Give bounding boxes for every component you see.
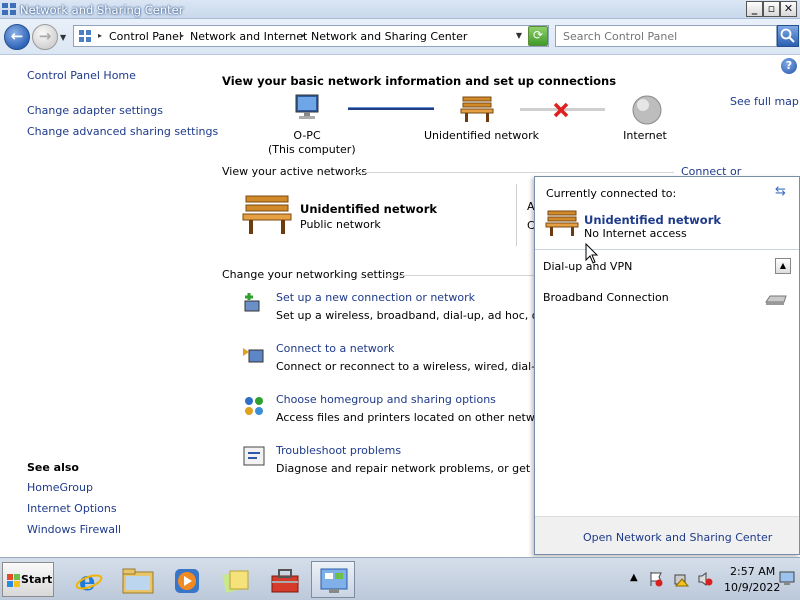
address-bar[interactable]: ▸ Control Panel ▸ Network and Internet ▸… [73, 25, 549, 47]
map-computer-label: O-PC (This computer) [268, 129, 356, 156]
address-dropdown-icon[interactable]: ▼ [516, 31, 522, 40]
connect-network-link[interactable]: Connect to a network [276, 342, 394, 355]
flyout-network-name: Unidentified network [584, 213, 722, 227]
map-network-label: Unidentified network [424, 129, 540, 142]
title-bar: Network and Sharing Center _ ▫ ✕ [0, 0, 800, 19]
taskbar: Start e ▲ [0, 557, 800, 600]
forward-button[interactable]: → [32, 24, 58, 50]
see-also-heading: See also [27, 461, 79, 474]
taskbar-media-player[interactable] [164, 561, 208, 598]
currently-connected-label: Currently connected to: [546, 187, 677, 200]
computer-subtitle: (This computer) [268, 143, 356, 156]
bench-network-icon [545, 210, 579, 236]
internet-options-link[interactable]: Internet Options [27, 502, 117, 515]
map-internet-label: Internet [623, 129, 667, 142]
control-panel-taskbar-icon [320, 568, 348, 593]
change-adapter-settings-link[interactable]: Change adapter settings [27, 104, 163, 117]
network-type-link[interactable]: Public network [300, 218, 381, 231]
bench-network-icon [460, 96, 494, 122]
troubleshoot-link[interactable]: Troubleshoot problems [276, 444, 401, 457]
volume-muted-icon[interactable] [697, 571, 713, 587]
control-panel-home-link[interactable]: Control Panel Home [27, 69, 136, 82]
flyout-footer: Open Network and Sharing Center [535, 516, 799, 554]
minimize-button[interactable]: _ [746, 1, 763, 17]
active-network-name: Unidentified network [300, 202, 438, 216]
troubleshoot-icon [243, 446, 265, 466]
close-button[interactable]: ✕ [780, 1, 797, 17]
windows-firewall-link[interactable]: Windows Firewall [27, 523, 121, 536]
open-network-center-link[interactable]: Open Network and Sharing Center [583, 531, 772, 544]
media-player-icon [175, 569, 199, 593]
taskbar-control-panel[interactable] [311, 561, 355, 598]
chevron-right-icon[interactable]: ▸ [98, 31, 102, 40]
control-panel-app-icon [2, 3, 16, 15]
internet-explorer-icon: e [75, 567, 103, 595]
breadcrumb-control-panel[interactable]: Control Panel [109, 30, 182, 43]
section-divider [354, 172, 674, 173]
search-icon [780, 28, 795, 43]
mouse-cursor-icon [585, 243, 599, 264]
collapse-section-button[interactable]: ▲ [775, 258, 791, 274]
taskbar-sticky-notes[interactable] [213, 561, 257, 598]
computer-name: O-PC [293, 129, 321, 142]
page-heading: View your basic network information and … [222, 74, 617, 88]
clock-date[interactable]: 10/9/2022 [724, 581, 780, 594]
internet-globe-icon [632, 95, 662, 125]
start-button[interactable]: Start [2, 562, 54, 597]
bench-network-icon-large [242, 195, 292, 234]
search-input[interactable] [556, 26, 776, 46]
section-divider [386, 275, 536, 276]
setup-connection-link[interactable]: Set up a new connection or network [276, 291, 475, 304]
troubleshoot-desc: Diagnose and repair network problems, or… [276, 462, 534, 475]
toolbox-icon [271, 569, 299, 593]
connect-network-desc: Connect or reconnect to a wireless, wire… [276, 360, 534, 373]
breadcrumb-network-and-internet[interactable]: Network and Internet [190, 30, 307, 43]
homegroup-icon [245, 397, 263, 415]
taskbar-file-explorer[interactable] [115, 561, 159, 598]
search-box[interactable] [555, 25, 777, 47]
control-panel-icon [79, 30, 91, 42]
homegroup-link[interactable]: HomeGroup [27, 481, 93, 494]
active-networks-label: View your active networks [222, 165, 368, 178]
change-settings-label: Change your networking settings [222, 268, 405, 281]
map-link-computer-network [348, 107, 434, 110]
refresh-button[interactable]: ⟳ [528, 26, 548, 46]
search-button[interactable] [777, 25, 799, 47]
chevron-right-icon[interactable]: ▸ [301, 31, 305, 40]
maximize-button[interactable]: ▫ [763, 1, 780, 17]
back-button[interactable]: ← [4, 24, 30, 50]
taskbar-toolbox[interactable] [262, 561, 306, 598]
network-warning-icon[interactable] [673, 571, 689, 587]
sticky-notes-icon [222, 570, 249, 593]
vertical-divider [516, 184, 517, 246]
breadcrumb-network-sharing-center[interactable]: Network and Sharing Center [311, 30, 467, 43]
help-icon[interactable]: ? [781, 58, 797, 74]
windows-logo-icon [7, 574, 20, 587]
clock-time[interactable]: 2:57 AM [730, 565, 775, 578]
broadband-connection-item[interactable]: Broadband Connection [543, 291, 669, 304]
see-full-map-link[interactable]: See full map [730, 95, 799, 108]
flyout-network-status: No Internet access [584, 227, 687, 240]
show-desktop-icon[interactable] [779, 570, 795, 586]
start-label: Start [21, 573, 53, 586]
modem-icon [765, 295, 787, 305]
network-flyout: Currently connected to: ⇆ Unidentified n… [534, 176, 800, 555]
chevron-right-icon[interactable]: ▸ [180, 31, 184, 40]
no-connection-x-icon [553, 102, 569, 118]
recent-pages-dropdown-icon[interactable]: ▼ [60, 33, 66, 42]
window-title: Network and Sharing Center [20, 3, 184, 17]
flyout-separator [535, 249, 799, 250]
show-hidden-icons-icon[interactable]: ▲ [630, 572, 638, 583]
homegroup-options-link[interactable]: Choose homegroup and sharing options [276, 393, 496, 406]
setup-connection-desc: Set up a wireless, broadband, dial-up, a… [276, 309, 534, 322]
refresh-icon[interactable]: ⇆ [775, 184, 786, 199]
folder-icon [122, 568, 154, 594]
taskbar-internet-explorer[interactable]: e [66, 561, 110, 598]
action-center-flag-icon[interactable] [648, 571, 664, 587]
new-connection-icon [244, 293, 260, 312]
homegroup-options-desc: Access files and printers located on oth… [276, 411, 534, 424]
connect-network-icon [243, 348, 264, 363]
computer-icon [295, 94, 319, 119]
change-advanced-sharing-link[interactable]: Change advanced sharing settings [27, 125, 218, 138]
